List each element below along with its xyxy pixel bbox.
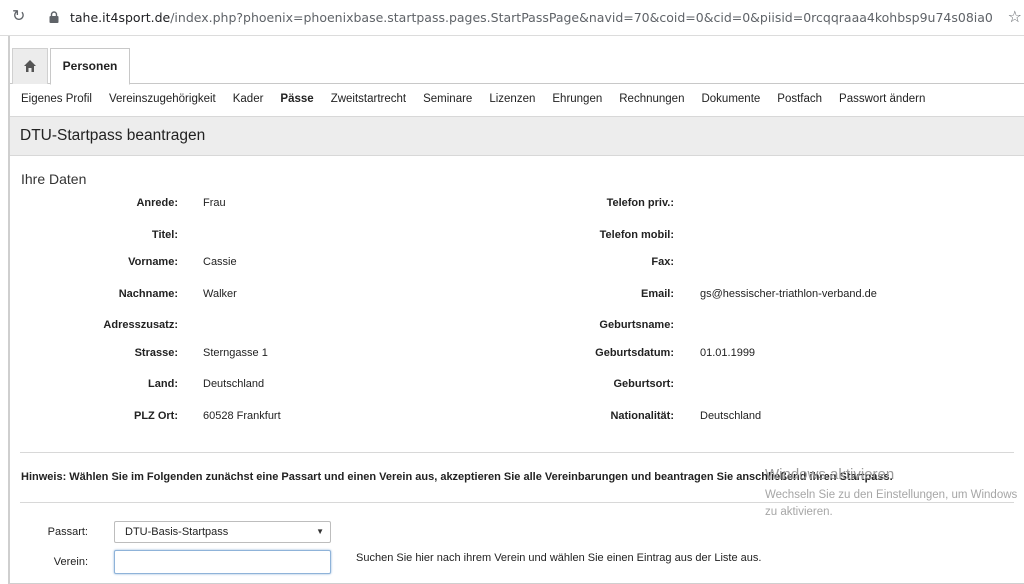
subnav-kader[interactable]: Kader (233, 88, 264, 110)
value-geburtsdatum: 01.01.1999 (700, 347, 756, 359)
label-nachname: Nachname: (118, 288, 178, 300)
label-verein: Verein: (53, 556, 88, 568)
label-geburtsdatum: Geburtsdatum: (595, 347, 674, 359)
subnav-ehrungen[interactable]: Ehrungen (552, 88, 602, 110)
browser-address-bar: ↻ tahe.it4sport.de/index.php?phoenix=pho… (0, 0, 1024, 36)
subnav-passwort-aendern[interactable]: Passwort ändern (839, 88, 925, 110)
value-strasse: Sterngasse 1 (203, 347, 268, 359)
verein-help-text: Suchen Sie hier nach ihrem Verein und wä… (356, 552, 762, 564)
label-passart: Passart: (47, 526, 88, 538)
hint-text: Hinweis: Wählen Sie im Folgenden zunächs… (21, 471, 893, 483)
subnav-paesse[interactable]: Pässe (280, 88, 313, 110)
label-titel: Titel: (151, 229, 178, 241)
label-strasse: Strasse: (134, 347, 178, 359)
tab-personen[interactable]: Personen (50, 48, 130, 85)
label-geburtsort: Geburtsort: (613, 378, 675, 390)
value-anrede: Frau (203, 197, 226, 209)
label-vorname: Vorname: (128, 256, 178, 268)
label-fax: Fax: (651, 256, 674, 268)
star-icon[interactable]: ☆ (1008, 7, 1022, 27)
windows-activation-text: Wechseln Sie zu den Einstellungen, um Wi… (765, 489, 1018, 518)
label-telefon-mobil: Telefon mobil: (599, 229, 674, 241)
label-plz-ort: PLZ Ort: (134, 410, 178, 422)
divider (20, 452, 1014, 453)
subnav-dokumente[interactable]: Dokumente (701, 88, 760, 110)
value-nationalitaet: Deutschland (700, 410, 762, 422)
label-email: Email: (640, 288, 674, 300)
url-host: tahe.it4sport.de (70, 10, 171, 25)
subnav-postfach[interactable]: Postfach (777, 88, 822, 110)
home-icon (24, 60, 36, 72)
value-vorname: Cassie (203, 256, 237, 268)
label-geburtsname: Geburtsname: (599, 319, 674, 331)
value-land: Deutschland (203, 378, 265, 390)
windows-activation-title: Windows aktivieren (765, 466, 895, 483)
dropdown-arrow-icon: ▼ (316, 527, 324, 536)
subnav-lizenzen[interactable]: Lizenzen (489, 88, 535, 110)
passart-selected-value: DTU-Basis-Startpass (125, 526, 229, 538)
reload-icon[interactable]: ↻ (12, 8, 30, 26)
lock-icon[interactable] (49, 11, 59, 23)
url-path: /index.php?phoenix=phoenixbase.startpass… (170, 10, 993, 25)
value-nachname: Walker (203, 288, 237, 300)
label-land: Land: (148, 378, 178, 390)
label-anrede: Anrede: (136, 197, 178, 209)
sub-navigation: Eigenes Profil Vereinszugehörigkeit Kade… (10, 88, 1024, 110)
tab-home[interactable] (12, 48, 48, 84)
label-nationalitaet: Nationalität: (610, 410, 674, 422)
main-tabbar: Personen (10, 48, 1024, 85)
value-email: gs@hessischer-triathlon-verband.de (700, 288, 877, 300)
subnav-eigenes-profil[interactable]: Eigenes Profil (21, 88, 92, 110)
subnav-vereinszugehoerigkeit[interactable]: Vereinszugehörigkeit (109, 88, 216, 110)
subnav-zweitstartrecht[interactable]: Zweitstartrecht (331, 88, 406, 110)
verein-input[interactable] (114, 550, 331, 574)
page-title-bar: DTU-Startpass beantragen (10, 116, 1024, 156)
subnav-seminare[interactable]: Seminare (423, 88, 472, 110)
value-plz-ort: 60528 Frankfurt (203, 410, 281, 422)
label-telefon-priv: Telefon priv.: (606, 197, 674, 209)
section-title: Ihre Daten (21, 171, 87, 187)
passart-select[interactable]: DTU-Basis-Startpass ▼ (114, 521, 331, 543)
label-adresszusatz: Adresszusatz: (103, 319, 178, 331)
page-title: DTU-Startpass beantragen (20, 127, 206, 144)
url-field[interactable]: tahe.it4sport.de/index.php?phoenix=phoen… (70, 10, 993, 25)
subnav-rechnungen[interactable]: Rechnungen (619, 88, 684, 110)
